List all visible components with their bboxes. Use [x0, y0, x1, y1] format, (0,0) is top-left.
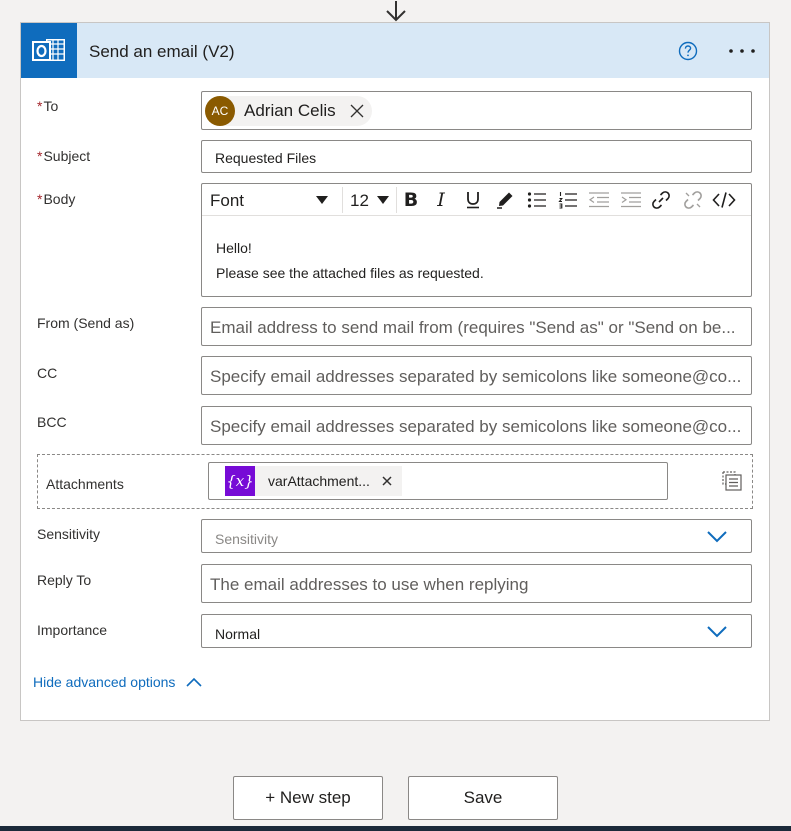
reply-to-input[interactable]: The email addresses to use when replying	[201, 564, 752, 603]
cc-input[interactable]: Specify email addresses separated by sem…	[201, 356, 752, 395]
to-label: *To	[37, 98, 59, 114]
body-line: Hello!	[216, 240, 252, 256]
recipient-name: Adrian Celis	[244, 101, 336, 120]
outlook-icon	[21, 23, 77, 78]
underline-icon[interactable]	[462, 189, 484, 211]
subject-label: *Subject	[37, 148, 91, 164]
numbered-list-icon[interactable]	[557, 189, 579, 211]
bullet-list-icon[interactable]	[526, 189, 548, 211]
subject-input[interactable]: Requested Files	[201, 140, 752, 173]
more-options-icon[interactable]	[727, 41, 757, 61]
hide-advanced-options-label: Hide advanced options	[33, 674, 176, 690]
hide-advanced-options-link[interactable]: Hide advanced options	[33, 674, 203, 690]
card-header[interactable]: Send an email (V2)	[21, 23, 769, 78]
close-icon[interactable]	[350, 104, 364, 118]
switch-to-array-input-icon[interactable]	[721, 470, 743, 492]
to-field[interactable]: AC Adrian Celis	[201, 91, 752, 130]
avatar: AC	[205, 96, 235, 126]
from-input[interactable]: Email address to send mail from (require…	[201, 307, 752, 346]
variable-token[interactable]: {x} varAttachment...	[225, 466, 402, 496]
link-icon[interactable]	[650, 189, 672, 211]
caret-down-icon[interactable]	[316, 196, 328, 204]
body-content[interactable]: Hello! Please see the attached files as …	[216, 236, 484, 286]
sensitivity-placeholder: Sensitivity	[215, 531, 279, 547]
body-label: *Body	[37, 191, 76, 207]
sensitivity-label: Sensitivity	[37, 526, 101, 542]
cc-label: CC	[37, 365, 58, 381]
chevron-down-icon[interactable]	[707, 531, 727, 543]
bcc-input[interactable]: Specify email addresses separated by sem…	[201, 406, 752, 445]
body-editor[interactable]: Font 12 B I Hello! Please see the attach…	[201, 183, 752, 297]
chevron-up-icon	[186, 677, 203, 687]
attachments-label: Attachments	[46, 476, 124, 492]
recipient-token[interactable]: AC Adrian Celis	[205, 96, 372, 126]
highlight-pen-icon[interactable]	[494, 189, 516, 211]
decrease-indent-icon[interactable]	[588, 189, 610, 211]
card-title: Send an email (V2)	[89, 42, 235, 61]
toolbar-divider	[342, 187, 343, 213]
importance-select[interactable]: Normal	[201, 614, 752, 648]
caret-down-icon[interactable]	[377, 196, 389, 204]
toolbar-divider	[396, 187, 397, 213]
unlink-icon[interactable]	[682, 189, 704, 211]
font-family-select[interactable]: Font	[210, 191, 244, 211]
sensitivity-select[interactable]: Sensitivity	[201, 519, 752, 553]
save-button[interactable]: Save	[408, 776, 558, 820]
importance-label: Importance	[37, 622, 108, 638]
from-label: From (Send as)	[37, 315, 135, 331]
bcc-label: BCC	[37, 414, 67, 430]
rich-text-toolbar: Font 12 B I	[202, 184, 751, 216]
font-size-select[interactable]: 12	[350, 191, 369, 211]
bold-icon[interactable]: B	[400, 189, 422, 211]
send-email-action-card: Send an email (V2) *To AC Adrian Celis *…	[20, 22, 770, 721]
attachments-row: Attachments {x} varAttachment...	[37, 454, 753, 509]
increase-indent-icon[interactable]	[620, 189, 642, 211]
body-line: Please see the attached files as request…	[216, 265, 484, 281]
taskbar-strip	[0, 826, 791, 831]
chevron-down-icon[interactable]	[707, 626, 727, 638]
new-step-button[interactable]: + New step	[233, 776, 383, 820]
close-icon[interactable]	[382, 476, 392, 486]
italic-icon[interactable]: I	[430, 189, 452, 211]
reply-to-label: Reply To	[37, 572, 92, 588]
variable-name: varAttachment...	[268, 473, 370, 489]
arrow-down-icon	[386, 1, 406, 22]
code-view-icon[interactable]	[712, 189, 736, 211]
variable-icon: {x}	[225, 466, 255, 496]
help-icon[interactable]	[678, 41, 698, 61]
attachments-input[interactable]: {x} varAttachment...	[208, 462, 668, 500]
importance-value: Normal	[215, 626, 261, 642]
